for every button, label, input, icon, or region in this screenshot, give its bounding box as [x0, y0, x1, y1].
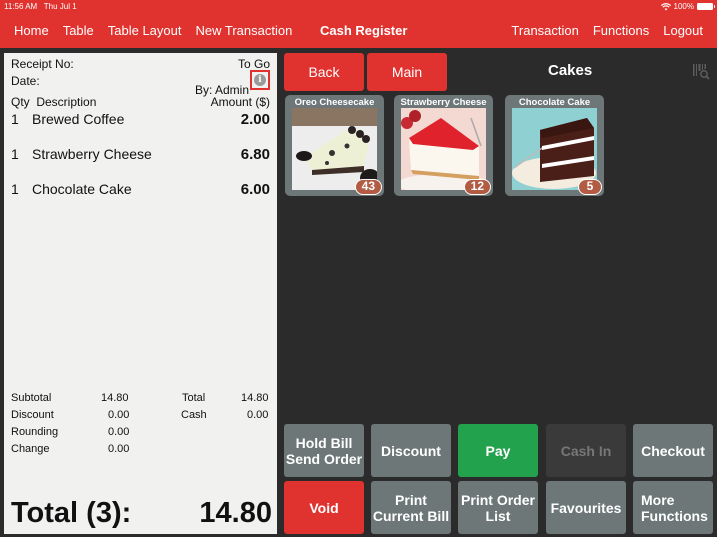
nav-right: Transaction Functions Logout — [511, 23, 703, 38]
change-label: Change — [11, 443, 50, 455]
status-time: 11:56 AM Thu Jul 1 — [4, 2, 77, 11]
column-description: Description — [36, 95, 97, 109]
status-date: Thu Jul 1 — [43, 2, 77, 11]
receipt-header-row: Receipt No: To Go — [11, 57, 270, 71]
void-button[interactable]: Void — [284, 481, 364, 534]
grand-total: Total (3): 14.80 — [11, 497, 272, 530]
subtotal-value: 14.80 — [101, 392, 129, 404]
hold-bill-send-order-button[interactable]: Hold Bill Send Order — [284, 424, 364, 477]
column-qty: Qty — [11, 95, 30, 109]
item-desc: Strawberry Cheese — [32, 146, 152, 162]
receipt-panel: Receipt No: To Go Date: By: Admin i Qty D… — [4, 53, 277, 534]
nav-table-layout[interactable]: Table Layout — [108, 23, 182, 38]
favourites-button[interactable]: Favourites — [546, 481, 626, 534]
grand-total-value: 14.80 — [199, 497, 272, 529]
back-button[interactable]: Back — [284, 53, 364, 91]
product-name: Strawberry Cheese — [400, 97, 487, 108]
nav-table[interactable]: Table — [63, 23, 94, 38]
print-order-list-button[interactable]: Print Order List — [458, 481, 538, 534]
checkout-button[interactable]: Checkout — [633, 424, 713, 477]
column-qty-desc: Qty Description — [11, 95, 96, 109]
grand-total-label: Total (3): — [11, 497, 132, 529]
stock-badge: 43 — [354, 179, 382, 195]
rounding-value: 0.00 — [108, 426, 130, 438]
product-tile[interactable]: Oreo Cheesecake 43 — [285, 95, 384, 196]
page-title: Cash Register — [320, 23, 408, 38]
total-label: Total — [182, 392, 206, 404]
cash-value: 0.00 — [247, 409, 269, 421]
item-desc: Brewed Coffee — [32, 111, 125, 127]
cash-label: Cash — [181, 409, 207, 421]
rounding-label: Rounding — [11, 426, 59, 438]
receipt-date-row: Date: By: Admin i — [11, 70, 270, 97]
by-admin: By: Admin i — [195, 70, 270, 97]
battery-percent: 100% — [673, 2, 694, 11]
list-item[interactable]: 1 Chocolate Cake 6.00 — [11, 181, 270, 198]
subtotal-label: Subtotal — [11, 392, 52, 404]
more-functions-button[interactable]: More Functions — [633, 481, 713, 534]
nav-home[interactable]: Home — [14, 23, 49, 38]
top-bar: 11:56 AM Thu Jul 1 100% Home Table Table… — [0, 0, 717, 48]
product-name: Chocolate Cake — [518, 97, 591, 108]
stock-badge: 12 — [463, 179, 491, 195]
discount-button[interactable]: Discount — [371, 424, 451, 477]
main-button[interactable]: Main — [367, 53, 447, 91]
category-title: Cakes — [548, 62, 593, 79]
chocolate-cake-image — [512, 108, 597, 190]
cash-in-button[interactable]: Cash In — [546, 424, 626, 477]
date-label: Date: — [11, 74, 40, 88]
product-name: Oreo Cheesecake — [294, 97, 375, 108]
order-type: To Go — [237, 57, 270, 71]
item-qty: 1 — [11, 146, 19, 162]
discount-value: 0.00 — [108, 409, 130, 421]
stock-badge: 5 — [578, 179, 602, 195]
print-current-bill-button[interactable]: Print Current Bill — [371, 481, 451, 534]
item-desc: Chocolate Cake — [32, 181, 132, 197]
info-button[interactable]: i — [250, 70, 270, 90]
total-value: 14.80 — [241, 392, 269, 404]
nav-functions[interactable]: Functions — [593, 23, 649, 38]
nav-new-transaction[interactable]: New Transaction — [196, 23, 293, 38]
info-icon: i — [254, 74, 266, 86]
column-amount: Amount ($) — [210, 95, 270, 109]
battery-icon — [697, 3, 715, 10]
clock: 11:56 AM — [4, 2, 38, 11]
list-item[interactable]: 1 Brewed Coffee 2.00 — [11, 111, 270, 128]
item-qty: 1 — [11, 111, 19, 127]
change-value: 0.00 — [108, 443, 130, 455]
item-qty: 1 — [11, 181, 19, 197]
nav-logout[interactable]: Logout — [663, 23, 703, 38]
nav-transaction[interactable]: Transaction — [511, 23, 578, 38]
receipt-columns: Qty Description Amount ($) — [11, 95, 270, 109]
product-tile[interactable]: Strawberry Cheese 12 — [394, 95, 493, 196]
strawberry-cheese-image — [401, 108, 486, 190]
nav-left: Home Table Table Layout New Transaction — [14, 23, 292, 38]
status-indicators: 100% — [660, 2, 715, 11]
product-tile[interactable]: Chocolate Cake 5 — [505, 95, 604, 196]
barcode-search-icon[interactable] — [692, 62, 710, 80]
item-amount: 2.00 — [240, 111, 270, 128]
item-amount: 6.00 — [240, 181, 270, 198]
wifi-icon — [660, 2, 671, 10]
pay-button[interactable]: Pay — [458, 424, 538, 477]
receipt-no-label: Receipt No: — [11, 57, 74, 71]
oreo-cheesecake-image — [292, 108, 377, 190]
discount-label: Discount — [11, 409, 54, 421]
item-amount: 6.80 — [240, 146, 270, 163]
list-item[interactable]: 1 Strawberry Cheese 6.80 — [11, 146, 270, 163]
